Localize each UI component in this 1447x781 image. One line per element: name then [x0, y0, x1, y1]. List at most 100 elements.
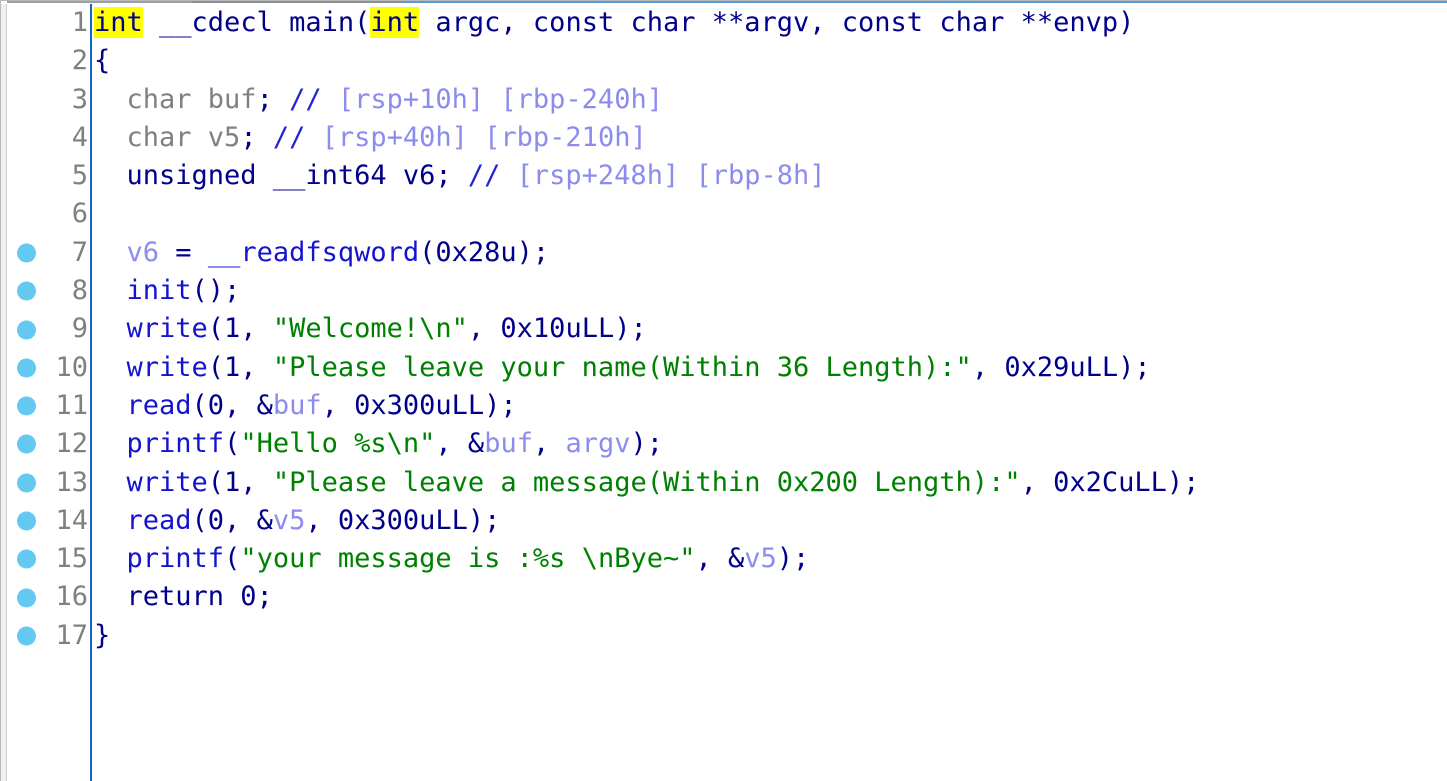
code-token: buf: [272, 389, 322, 421]
code-token: v5: [272, 504, 306, 536]
line-code[interactable]: char buf; // [rsp+10h] [rbp-240h]: [94, 81, 663, 119]
code-token: argc, const char **argv, const char **en…: [419, 7, 1135, 38]
code-token: write: [126, 313, 208, 345]
code-token: , &: [435, 428, 485, 460]
code-token: write: [126, 466, 208, 498]
line-number: 9: [71, 313, 88, 345]
top-edge-segment-mid: [192, 1, 402, 3]
code-line[interactable]: 1 int __cdecl main(int argc, const char *…: [1, 4, 1447, 42]
code-token[interactable]: int: [94, 7, 143, 38]
code-token: ();: [191, 275, 241, 307]
code-line[interactable]: 13 write(1, "Please leave a message(With…: [1, 464, 1447, 502]
line-code[interactable]: read(0, &v5, 0x300uLL);: [94, 502, 501, 540]
line-number: 5: [71, 160, 88, 192]
code-token: __cdecl main(: [142, 7, 371, 38]
code-line[interactable]: 6: [1, 195, 1447, 233]
code-token: "Welcome!\n": [272, 313, 468, 345]
code-token: "Please leave a message(Within 0x200 Len…: [272, 466, 1021, 498]
code-token: //: [272, 121, 306, 153]
code-token: [rsp+40h] [rbp-210h]: [305, 121, 647, 153]
code-token: {: [94, 45, 111, 77]
line-number: 8: [71, 275, 88, 307]
line-number: 7: [71, 236, 88, 268]
code-line[interactable]: 15 printf("your message is :%s \nBye~", …: [1, 540, 1447, 578]
code-line[interactable]: 2{: [1, 42, 1447, 80]
code-line[interactable]: 8 init();: [1, 272, 1447, 310]
code-token: [rsp+10h] [rbp-240h]: [321, 83, 663, 115]
code-listing[interactable]: 1 int __cdecl main(int argc, const char *…: [1, 4, 1447, 781]
line-code[interactable]: char v5; // [rsp+40h] [rbp-210h]: [94, 119, 647, 157]
line-number: 6: [71, 198, 88, 230]
code-line[interactable]: 4 char v5; // [rsp+40h] [rbp-210h]: [1, 119, 1447, 157]
line-code[interactable]: unsigned __int64 v6; // [rsp+248h] [rbp-…: [94, 157, 826, 195]
code-token: (1,: [207, 351, 273, 383]
code-token: //: [467, 160, 501, 192]
code-token: [rsp+248h] [rbp-8h]: [500, 160, 826, 192]
code-token: //: [289, 83, 322, 115]
code-token: , 0x29uLL);: [971, 351, 1151, 383]
line-code[interactable]: init();: [94, 272, 241, 310]
line-number: 11: [55, 389, 88, 421]
code-token: , 0x2CuLL);: [1020, 466, 1200, 498]
code-token: char v5: [126, 121, 241, 153]
code-token: buf: [484, 428, 533, 460]
line-code[interactable]: write(1, "Please leave your name(Within …: [94, 349, 1151, 387]
line-number: 15: [55, 543, 88, 575]
line-code[interactable]: read(0, &buf, 0x300uLL);: [94, 387, 517, 425]
line-code[interactable]: int __cdecl main(int argc, const char **…: [94, 4, 1134, 42]
code-token: );: [630, 428, 664, 460]
code-token: ;: [240, 121, 273, 153]
line-number: 16: [55, 581, 88, 613]
code-line[interactable]: 5 unsigned __int64 v6; // [rsp+248h] [rb…: [1, 157, 1447, 195]
line-number: 17: [55, 619, 88, 651]
code-token: write: [126, 351, 208, 383]
code-line[interactable]: 11 read(0, &buf, 0x300uLL);: [1, 387, 1447, 425]
code-line[interactable]: 17}: [1, 617, 1447, 655]
line-code[interactable]: printf("Hello %s\n", &buf, argv);: [94, 425, 664, 463]
code-line[interactable]: 16 return 0;: [1, 578, 1447, 616]
code-token: , 0x300uLL);: [321, 389, 517, 421]
line-code[interactable]: printf("your message is :%s \nBye~", &v5…: [94, 540, 810, 578]
code-line[interactable]: 14 read(0, &v5, 0x300uLL);: [1, 502, 1447, 540]
pseudocode-view[interactable]: 1 int __cdecl main(int argc, const char *…: [0, 0, 1447, 781]
line-number: 10: [55, 351, 88, 383]
code-token: (1,: [207, 313, 273, 345]
code-token: read: [126, 504, 192, 536]
code-token: printf: [126, 543, 225, 575]
code-token[interactable]: int: [370, 7, 420, 38]
line-number: 4: [71, 121, 88, 153]
code-line[interactable]: 12 printf("Hello %s\n", &buf, argv);: [1, 425, 1447, 463]
code-token: (: [224, 543, 241, 575]
code-token: v5: [744, 543, 777, 575]
code-line[interactable]: 10 write(1, "Please leave your name(With…: [1, 349, 1447, 387]
line-code[interactable]: return 0;: [94, 578, 273, 616]
line-code[interactable]: v6 = __readfsqword(0x28u);: [94, 234, 550, 272]
code-token: ;: [256, 83, 290, 115]
top-edge-segment-left: [7, 1, 192, 3]
line-code[interactable]: write(1, "Welcome!\n", 0x10uLL);: [94, 310, 647, 348]
code-line[interactable]: 9 write(1, "Welcome!\n", 0x10uLL);: [1, 310, 1447, 348]
code-token: unsigned __int64 v6;: [94, 160, 468, 192]
line-number: 2: [71, 45, 88, 77]
line-number: 12: [55, 428, 88, 460]
code-token: );: [776, 543, 810, 575]
code-token: "Hello %s\n": [240, 428, 436, 460]
line-code[interactable]: }: [94, 617, 110, 655]
code-token: "your message is :%s \nBye~": [240, 543, 696, 575]
line-code[interactable]: {: [94, 42, 110, 80]
code-line[interactable]: 7 v6 = __readfsqword(0x28u);: [1, 234, 1447, 272]
line-code[interactable]: write(1, "Please leave a message(Within …: [94, 464, 1200, 502]
code-token: =: [159, 236, 208, 268]
code-token: (1,: [207, 466, 273, 498]
line-number: 1: [71, 7, 88, 38]
code-token: read: [126, 389, 192, 421]
code-line[interactable]: 3 char buf; // [rsp+10h] [rbp-240h]: [1, 81, 1447, 119]
